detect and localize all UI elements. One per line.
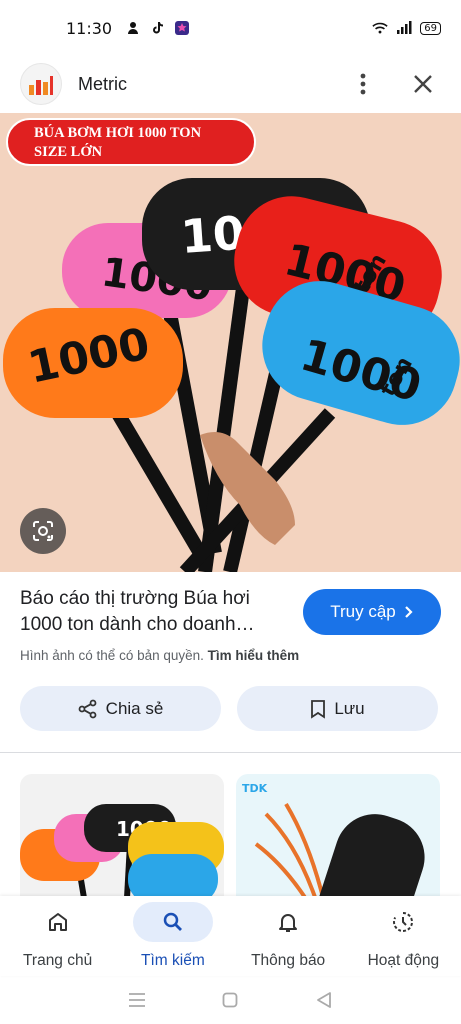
tiktok-icon [150, 20, 166, 36]
share-button[interactable]: Chia sẻ [20, 686, 221, 731]
system-status-icons: 69 [372, 20, 441, 36]
related-images: 1000 TDK [20, 774, 440, 896]
thumb-logo: TDK [242, 782, 268, 795]
copyright-text: Hình ảnh có thể có bản quyền. [20, 648, 204, 663]
banner-line-2: SIZE LỚN [34, 144, 103, 160]
site-name: Metric [78, 73, 127, 94]
menu-icon[interactable] [125, 988, 149, 1012]
nav-activity-label: Hoạt động [367, 952, 440, 969]
save-label: Lưu [334, 698, 365, 718]
bottom-navigation: Trang chủ Tìm kiếm Thông báo Hoạt động [0, 896, 461, 976]
save-button[interactable]: Lưu [237, 686, 438, 731]
status-bar: 11:30 69 [0, 0, 461, 56]
related-image-1[interactable]: 1000 [20, 774, 224, 896]
app-bar: Metric [0, 56, 461, 112]
learn-more-link[interactable]: Tìm hiểu thêm [208, 648, 300, 663]
nav-notifications-label: Thông báo [251, 952, 326, 969]
search-icon [163, 912, 182, 931]
home-icon [48, 913, 67, 931]
wifi-icon [372, 20, 388, 36]
copyright-notice: Hình ảnh có thể có bản quyền. Tìm hiểu t… [20, 648, 299, 663]
divider [0, 752, 461, 753]
banner-line-1: BÚA BƠM HƠI 1000 TON [34, 125, 202, 141]
lens-search-button[interactable] [20, 508, 66, 554]
metric-logo-icon [29, 76, 53, 95]
action-row: Chia sẻ Lưu [20, 686, 438, 731]
result-image[interactable]: 1000 1000 1000 1000 ton 1000 ton BÚA BƠM… [0, 113, 461, 572]
chevron-right-icon [404, 606, 413, 618]
visit-label: Truy cập [330, 602, 396, 621]
visit-button[interactable]: Truy cập [303, 589, 441, 635]
nav-search[interactable]: Tìm kiếm [115, 896, 230, 976]
promo-banner: BÚA BƠM HƠI 1000 TON SIZE LỚN [6, 118, 256, 166]
lens-icon [33, 521, 53, 541]
more-options-icon[interactable] [345, 66, 381, 102]
game-app-icon [174, 20, 190, 36]
site-logo [20, 63, 62, 105]
result-title[interactable]: Báo cáo thị trường Búa hơi 1000 ton dành… [20, 586, 290, 638]
notification-icons [126, 20, 190, 36]
close-icon[interactable] [405, 66, 441, 102]
bookmark-icon [311, 699, 326, 719]
nav-home-label: Trang chủ [23, 952, 93, 969]
inflatable-hammers-illustration: 1000 1000 1000 1000 ton 1000 ton [3, 178, 460, 572]
related-hammer-thumbnail: TDK [242, 782, 425, 896]
back-triangle-icon[interactable] [312, 988, 336, 1012]
history-icon [393, 912, 414, 932]
home-square-icon[interactable] [218, 988, 242, 1012]
share-icon [78, 699, 97, 718]
bell-icon [279, 914, 298, 932]
battery-indicator: 69 [420, 21, 441, 35]
nav-search-label: Tìm kiếm [141, 952, 205, 969]
nav-notifications[interactable]: Thông báo [231, 896, 346, 976]
person-notification-icon [126, 20, 142, 36]
related-image-2[interactable]: TDK [236, 774, 440, 896]
status-time: 11:30 [66, 18, 113, 38]
nav-activity[interactable]: Hoạt động [346, 896, 461, 976]
result-info: Báo cáo thị trường Búa hơi 1000 ton dành… [20, 586, 441, 638]
related-hammers-thumbnail: 1000 [20, 804, 224, 896]
nav-home[interactable]: Trang chủ [0, 896, 115, 976]
share-label: Chia sẻ [105, 698, 164, 718]
signal-icon [396, 20, 412, 36]
system-navigation [0, 976, 461, 1024]
